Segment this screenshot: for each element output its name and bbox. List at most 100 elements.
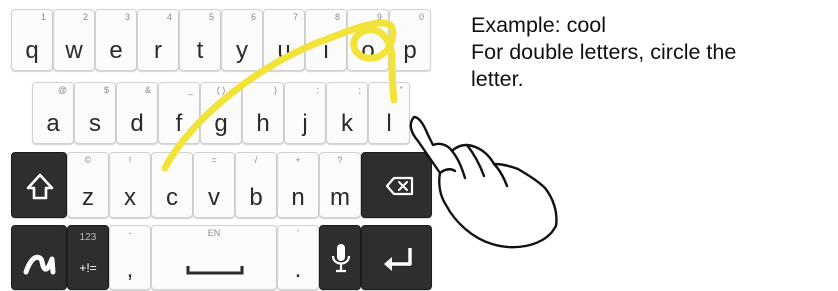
enter-key[interactable]	[361, 225, 432, 290]
key-t[interactable]: 5t	[179, 9, 221, 71]
key-d-label: d	[130, 110, 144, 137]
microphone-icon	[331, 244, 351, 273]
key-r-hint: 4	[166, 12, 172, 22]
key-k[interactable]: ; k	[326, 82, 368, 144]
instructions-panel: Example: cool For double letters, circle…	[471, 12, 838, 93]
key-y-hint: 6	[250, 12, 256, 22]
key-e-hint: 3	[124, 12, 130, 22]
key-n-label: n	[291, 184, 305, 211]
backspace-key[interactable]	[361, 152, 432, 218]
key-j-hint: :	[316, 85, 319, 95]
keyboard: 1q 2w 3e 4r 5t 6y 7u 8i 9o 0p @ a $ s & d _…	[0, 0, 432, 290]
key-w[interactable]: 2w	[53, 9, 95, 71]
symbols-key-sub: +!=	[79, 261, 97, 275]
comma-key-label: ,	[126, 256, 134, 283]
swype-key[interactable]	[11, 225, 67, 290]
key-e[interactable]: 3e	[95, 9, 137, 71]
key-s-hint: $	[103, 85, 109, 95]
space-key[interactable]: EN	[151, 225, 277, 290]
key-u-label: u	[277, 37, 291, 64]
key-l[interactable]: " l	[368, 82, 410, 144]
key-b-hint: /	[254, 155, 258, 165]
key-c-label: c	[166, 184, 178, 211]
key-r-label: r	[154, 37, 162, 64]
key-v-label: v	[208, 184, 220, 211]
key-d[interactable]: & d	[116, 82, 158, 144]
key-p-label: p	[403, 37, 417, 64]
key-c[interactable]: ' c	[151, 152, 193, 218]
key-i-label: i	[323, 37, 329, 64]
key-q-hint: 1	[40, 12, 46, 22]
key-k-label: k	[341, 110, 353, 137]
key-m[interactable]: ? m	[319, 152, 361, 218]
key-i[interactable]: 8i	[305, 9, 347, 71]
key-x[interactable]: ! x	[109, 152, 151, 218]
instructions-line-1: Example: cool	[471, 13, 607, 37]
key-a-hint: @	[57, 85, 67, 95]
period-key[interactable]: '.	[277, 225, 319, 290]
comma-key[interactable]: -,	[109, 225, 151, 290]
key-n[interactable]: + n	[277, 152, 319, 218]
key-r[interactable]: 4r	[137, 9, 179, 71]
key-a-label: a	[46, 110, 60, 137]
instructions-line-2: For double letters, circle the	[471, 40, 737, 64]
key-q[interactable]: 1q	[11, 9, 53, 71]
key-f-label: f	[175, 110, 183, 137]
key-h-label: h	[256, 110, 270, 137]
key-p-hint: 0	[418, 12, 424, 22]
period-key-label: .	[294, 256, 302, 283]
key-k-hint: ;	[358, 85, 361, 95]
key-u[interactable]: 7u	[263, 9, 305, 71]
key-i-hint: 8	[334, 12, 340, 22]
key-w-label: w	[65, 37, 83, 64]
key-j-label: j	[302, 110, 308, 137]
key-o-label: o	[361, 37, 375, 64]
key-q-label: q	[25, 37, 39, 64]
comma-key-hint: -	[128, 228, 132, 238]
key-z-label: z	[82, 184, 94, 211]
key-g-label: g	[214, 110, 228, 137]
key-z[interactable]: © z	[67, 152, 109, 218]
symbols-key[interactable]: 123 +!=	[67, 225, 109, 290]
shift-key[interactable]	[11, 152, 67, 218]
key-y[interactable]: 6y	[221, 9, 263, 71]
key-t-label: t	[196, 37, 204, 64]
key-j[interactable]: :j	[284, 82, 326, 144]
key-m-label: m	[330, 184, 350, 211]
key-s-label: s	[89, 110, 101, 137]
key-a[interactable]: @ a	[32, 82, 74, 144]
key-l-label: l	[386, 110, 392, 137]
key-f[interactable]: _ f	[158, 82, 200, 144]
key-x-hint: !	[128, 155, 132, 165]
key-v-hint: =	[211, 155, 217, 165]
key-e-label: e	[109, 37, 123, 64]
period-key-hint: '	[297, 228, 299, 238]
key-f-hint: _	[187, 85, 193, 95]
key-w-hint: 2	[82, 12, 88, 22]
key-g[interactable]: ( ) g	[200, 82, 242, 144]
key-h[interactable]: ) h	[242, 82, 284, 144]
key-b-label: b	[249, 184, 263, 211]
symbols-key-label: 123	[79, 232, 97, 243]
key-o[interactable]: 9o	[347, 9, 389, 71]
key-h-hint: )	[274, 85, 277, 95]
backspace-icon	[385, 176, 414, 196]
key-x-label: x	[124, 184, 136, 211]
key-m-hint: ?	[337, 155, 343, 165]
key-b[interactable]: / b	[235, 152, 277, 218]
key-v[interactable]: = v	[193, 152, 235, 218]
key-u-hint: 7	[292, 12, 298, 22]
key-c-hint: '	[171, 155, 173, 165]
space-bar-icon	[186, 266, 244, 275]
shift-icon	[26, 173, 54, 200]
microphone-key[interactable]	[319, 225, 361, 290]
instructions-line-3: letter.	[471, 67, 524, 91]
key-g-hint: ( )	[216, 85, 226, 95]
key-s[interactable]: $ s	[74, 82, 116, 144]
key-l-hint: "	[399, 85, 403, 95]
enter-icon	[384, 248, 412, 271]
key-y-label: y	[236, 37, 248, 64]
key-n-hint: +	[295, 155, 301, 165]
key-p[interactable]: 0p	[389, 9, 431, 71]
key-d-hint: &	[144, 85, 151, 95]
